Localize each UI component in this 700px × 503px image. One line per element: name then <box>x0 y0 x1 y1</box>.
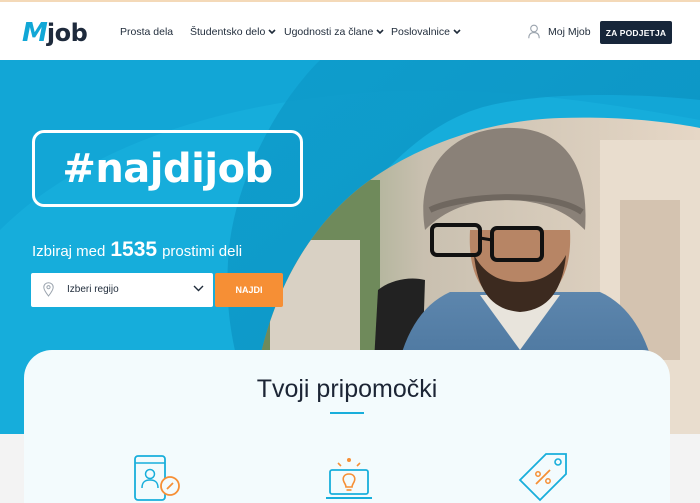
nav-item-label: Poslovalnice <box>391 26 450 38</box>
nav-item-prosta-dela[interactable]: Prosta dela <box>120 24 173 40</box>
tagline-prefix: Izbiraj med <box>32 243 106 260</box>
logo-m: M <box>22 18 48 48</box>
chevron-down-icon <box>268 29 276 35</box>
nav-item-label: Študentsko delo <box>190 26 266 38</box>
logo-job: job <box>46 19 88 47</box>
top-navbar: M job Prosta dela Študentsko delo Ugodno… <box>0 0 700 60</box>
my-account-link[interactable]: Moj Mjob <box>528 24 591 39</box>
tablet-profile-icon[interactable] <box>132 454 182 503</box>
region-dropdown-value: Izberi regijo <box>67 284 119 295</box>
tools-title: Tvoji pripomočki <box>256 375 438 403</box>
hashtag-banner: #najdijob <box>32 130 303 207</box>
location-pin-icon <box>43 282 54 297</box>
tagline-suffix: prostimi deli <box>162 243 243 260</box>
chevron-down-icon <box>193 285 204 292</box>
nav-item-ugodnosti[interactable]: Ugodnosti za člane <box>284 24 384 40</box>
job-count: 1535 <box>110 238 158 261</box>
region-dropdown[interactable]: Izberi regijo <box>31 273 213 307</box>
chevron-down-icon <box>376 29 384 35</box>
tools-section: Tvoji pripomočki <box>24 350 670 503</box>
chevron-down-icon <box>453 29 461 35</box>
user-icon <box>528 24 540 39</box>
mjob-logo[interactable]: M job <box>22 18 88 48</box>
search-button[interactable]: NAJDI <box>215 273 283 307</box>
nav-item-label: Ugodnosti za člane <box>284 26 374 38</box>
my-account-label: Moj Mjob <box>548 25 591 38</box>
nav-item-poslovalnice[interactable]: Poslovalnice <box>391 24 461 40</box>
page: M job Prosta dela Študentsko delo Ugodno… <box>0 0 700 503</box>
laptop-lightbulb-icon[interactable] <box>324 454 374 503</box>
jobs-count-tagline: Izbiraj med 1535 prostimi deli <box>32 238 242 262</box>
hashtag-text: #najdijob <box>62 145 273 192</box>
nav-item-label: Prosta dela <box>120 26 174 38</box>
for-companies-button[interactable]: ZA PODJETJA <box>600 21 672 44</box>
title-underline <box>330 412 364 414</box>
discount-tag-icon[interactable] <box>516 450 570 503</box>
nav-item-studentsko-delo[interactable]: Študentsko delo <box>190 24 276 40</box>
